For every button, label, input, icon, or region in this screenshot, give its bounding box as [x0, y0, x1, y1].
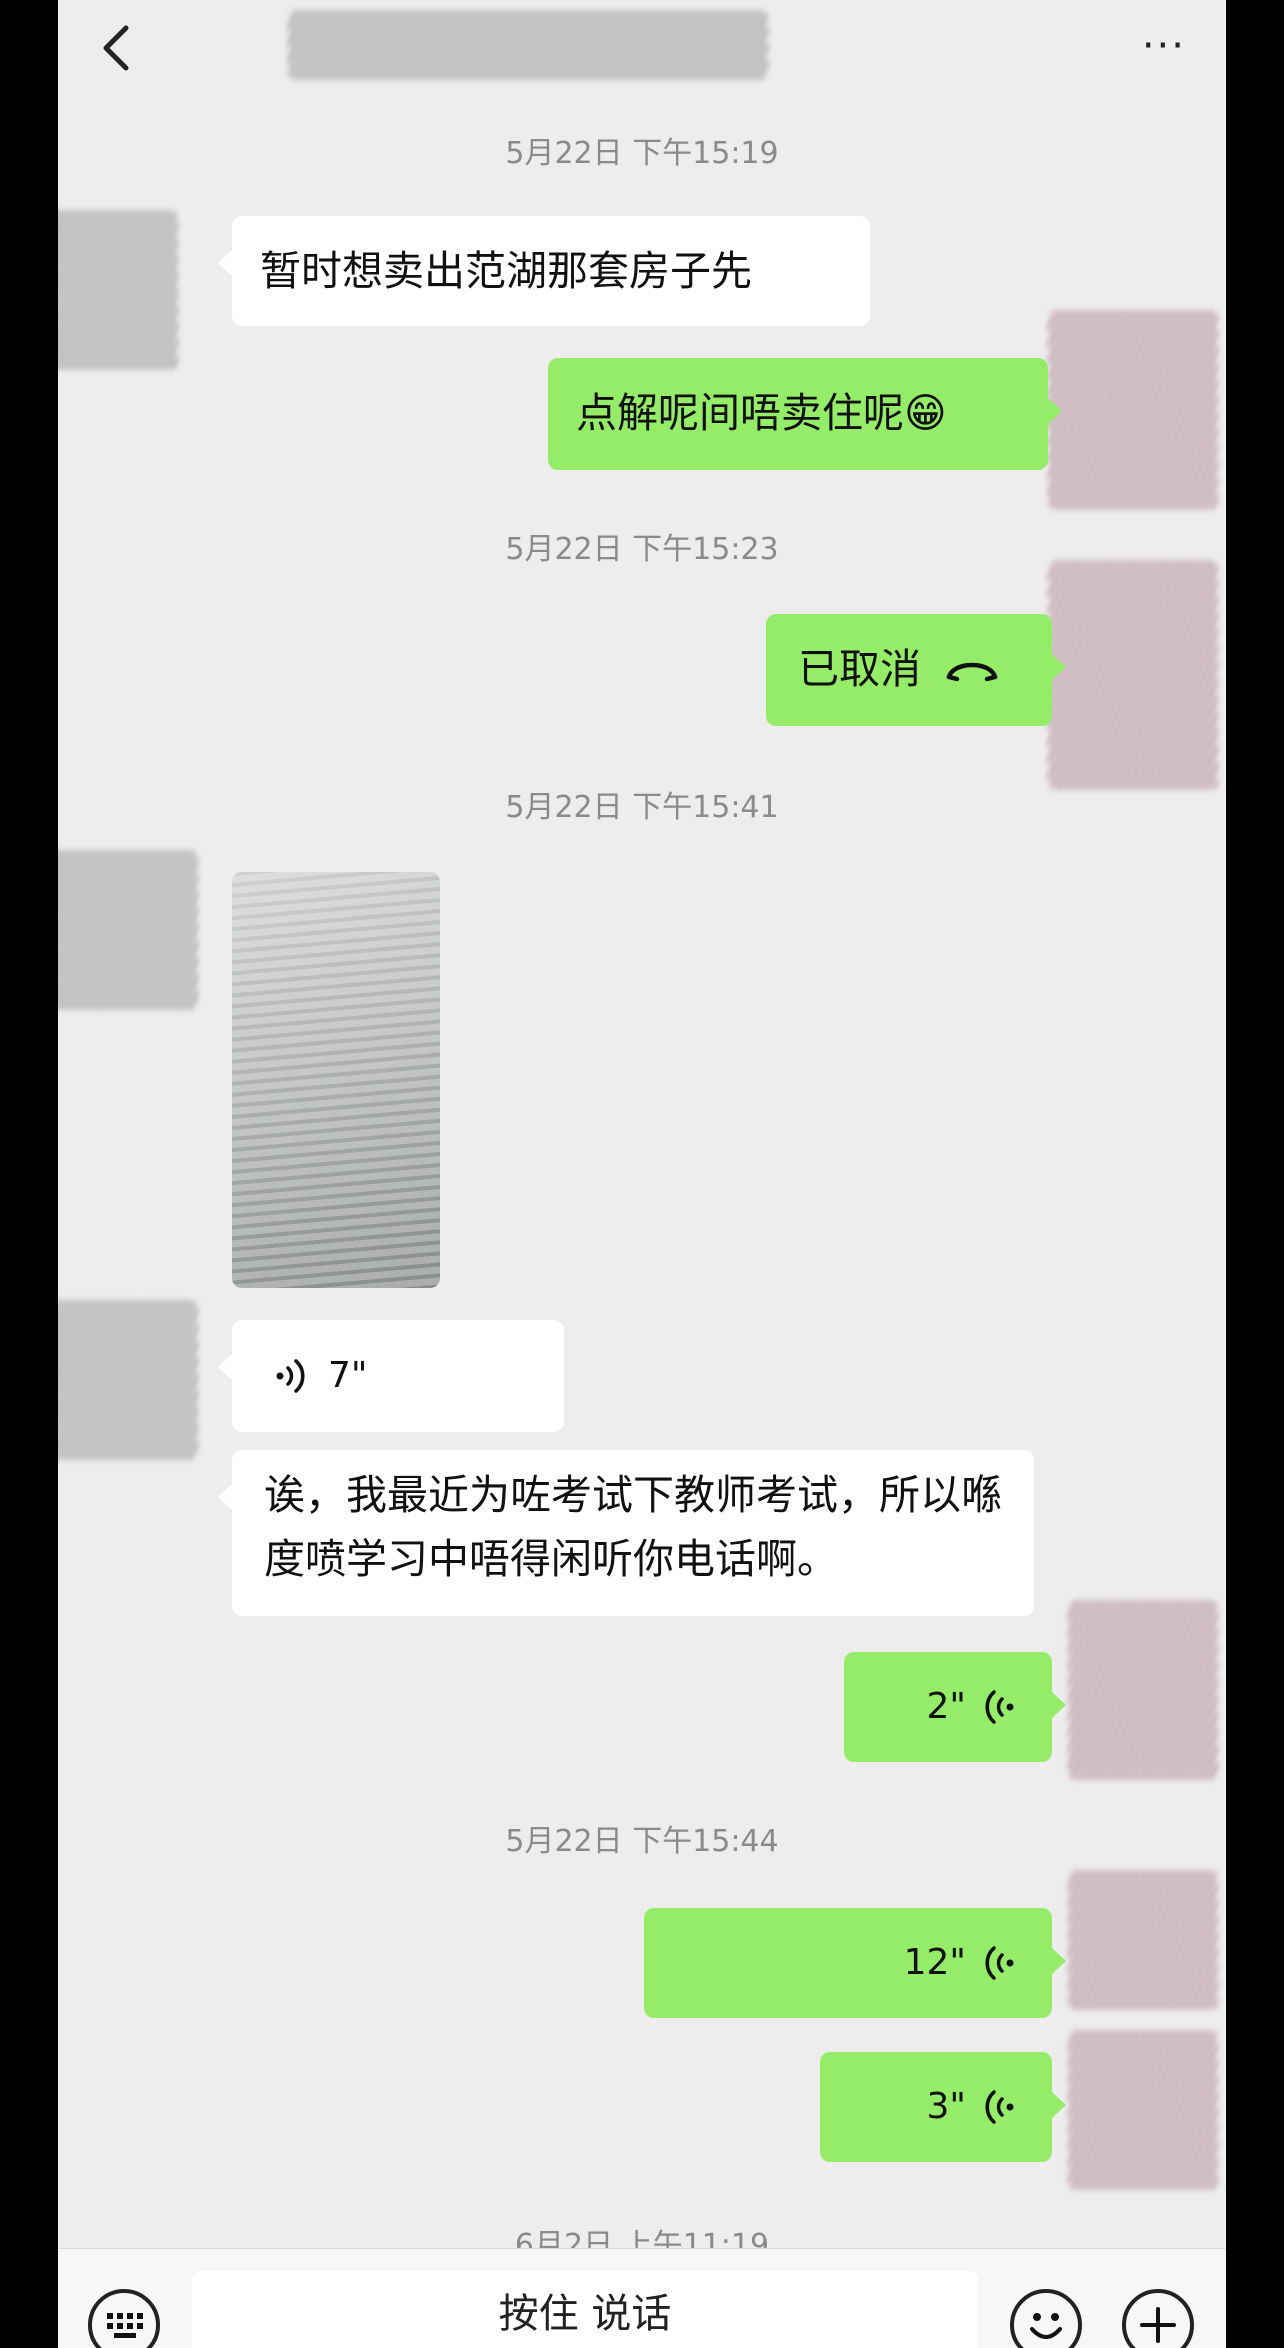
avatar: [58, 1300, 198, 1460]
avatar: [1048, 560, 1218, 790]
avatar: [1048, 310, 1218, 510]
message-outgoing[interactable]: 点解呢间唔卖住呢😁: [548, 358, 1062, 470]
voice-wave-icon: [276, 1359, 305, 1393]
hold-to-talk-button[interactable]: 按住 说话: [192, 2271, 978, 2348]
message-incoming[interactable]: 暂时想卖出范湖那套房子先: [218, 216, 870, 326]
plus-icon[interactable]: [1122, 2289, 1194, 2348]
voice-duration: 7": [328, 1355, 368, 1397]
avatar: [1068, 2030, 1218, 2190]
timestamp: 5月22日 下午15:41: [505, 790, 779, 825]
keyboard-icon[interactable]: [88, 2289, 160, 2348]
timestamp: 5月22日 下午15:19: [505, 136, 779, 171]
voice-wave-icon: [985, 2090, 1014, 2124]
voice-wave-icon: [985, 1690, 1014, 1724]
smiley-glyph: [1030, 2313, 1062, 2339]
voice-message-incoming[interactable]: 7": [218, 1320, 564, 1432]
chat-screen: ··· 5月22日 下午15:19 5月22日 下午15:23 5月22日 下午…: [58, 0, 1226, 2348]
avatar: [1068, 1600, 1218, 1780]
call-cancelled-message[interactable]: 已取消: [766, 614, 1066, 726]
message-text: 诶，我最近为咗考试下教师考试，所以喺度喷学习中唔得闲听你电话啊。: [264, 1471, 1002, 1583]
contact-name-redacted: [288, 10, 768, 80]
voice-message-outgoing[interactable]: 12": [644, 1908, 1066, 2018]
timestamp: 5月22日 下午15:44: [505, 1824, 779, 1859]
message-text: 暂时想卖出范湖那套房子先: [260, 247, 752, 295]
avatar: [58, 850, 198, 1010]
message-incoming[interactable]: 诶，我最近为咗考试下教师考试，所以喺度喷学习中唔得闲听你电话啊。: [218, 1450, 1034, 1616]
voice-wave-icon: [985, 1946, 1014, 1980]
avatar: [58, 210, 178, 370]
keyboard-glyph: [107, 2313, 143, 2338]
more-options-button[interactable]: ···: [1142, 26, 1186, 66]
chevron-left-icon[interactable]: [88, 18, 148, 78]
smiley-icon[interactable]: [1010, 2289, 1082, 2348]
chat-header: ···: [58, 0, 1226, 110]
voice-message-outgoing[interactable]: 3": [820, 2052, 1066, 2162]
plus-glyph: [1140, 2307, 1176, 2343]
message-text: 点解呢间唔卖住呢😁: [576, 389, 947, 437]
image-message[interactable]: [232, 872, 440, 1288]
hangup-icon: [946, 662, 998, 682]
message-text: 已取消: [798, 645, 921, 694]
voice-message-outgoing[interactable]: 2": [844, 1652, 1066, 1762]
timestamp: 5月22日 下午15:23: [505, 532, 779, 567]
voice-duration: 12": [903, 1942, 966, 1984]
voice-duration: 2": [926, 1686, 966, 1728]
voice-duration: 3": [926, 2086, 966, 2128]
input-bar: 按住 说话: [58, 2248, 1226, 2348]
avatar: [1068, 1870, 1218, 2010]
